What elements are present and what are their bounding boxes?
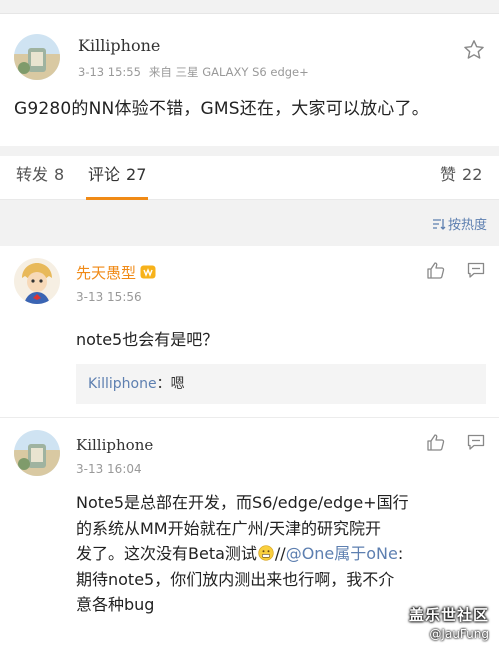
comment-avatar[interactable]: [14, 430, 60, 476]
comment-time: 3-13 16:04: [76, 462, 142, 476]
reply-author[interactable]: Killiphone: [88, 376, 157, 392]
sort-icon: [432, 219, 446, 230]
watermark-logo: 盖乐世社区: [408, 606, 489, 624]
landscape-avatar-icon: [14, 430, 60, 476]
comment-text: note5也会有是吧？: [76, 330, 219, 349]
post-meta: 3-13 15:55 来自 三星 GALAXY S6 edge+: [78, 64, 309, 80]
comment-author-name[interactable]: 先天愚型: [76, 262, 156, 283]
tab-comment-label: 评论: [88, 165, 121, 184]
post-time: 3-13 15:55: [78, 65, 141, 79]
comment-icon[interactable]: [466, 260, 486, 280]
tab-repost-count: 8: [54, 165, 65, 184]
cartoon-avatar-icon: [14, 258, 60, 304]
tab-like[interactable]: 赞 22: [440, 156, 482, 200]
section-divider: [0, 146, 499, 156]
sort-by-hot-button[interactable]: 按热度: [432, 214, 487, 233]
tab-comment-count: 27: [126, 165, 147, 184]
post-source: 来自 三星 GALAXY S6 edge+: [148, 65, 309, 79]
comment-icon[interactable]: [466, 432, 486, 452]
comment-line: 发了。这次没有Beta测试 //@One属于oNe:: [76, 541, 488, 567]
watermark: 盖乐世社区 @JauFung: [409, 604, 489, 641]
landscape-avatar-icon: [14, 34, 60, 80]
post-author-name[interactable]: Killiphone: [78, 36, 160, 55]
sort-label: 按热度: [447, 218, 487, 233]
comment-segment: 发了。这次没有Beta测试: [76, 544, 257, 563]
comment-line: 期待note5，你们放内测出来也行啊，我不介: [76, 569, 395, 589]
tab-comment[interactable]: 评论 27: [86, 156, 149, 200]
post-author-avatar[interactable]: [14, 34, 60, 80]
comment-segment: :: [397, 544, 404, 563]
post-tabs: 转发 8 评论 27 赞 22: [0, 156, 499, 200]
tab-like-label: 赞: [440, 165, 457, 184]
tab-like-count: 22: [462, 165, 483, 184]
weibo-post: Killiphone 3-13 15:55 来自 三星 GALAXY S6 edg…: [0, 14, 499, 146]
comment-line: Note5是总部在开发，而S6/edge/edge+国行: [76, 493, 409, 512]
top-strip: [0, 0, 499, 14]
thumbs-up-icon[interactable]: [426, 432, 446, 452]
post-text: G9280的NN体验不错，GMS还在，大家可以放心了。: [14, 99, 429, 119]
comment-author-name[interactable]: Killiphone: [76, 436, 153, 454]
sort-bar: 按热度: [0, 200, 499, 246]
watermark-user: @JauFung: [429, 627, 489, 641]
reply-separator: ：: [156, 376, 171, 392]
comment-time: 3-13 15:56: [76, 290, 142, 304]
comment-segment: //: [274, 544, 286, 563]
comment-line: 的系统从MM开始就在广州/天津的研究院开: [76, 518, 382, 538]
reply-text: 嗯: [170, 376, 185, 392]
comment-item: 先天愚型 3-13 15:56 note5也会有是吧？ Killiphone：嗯: [0, 246, 499, 418]
grimace-emoji-icon: [258, 545, 274, 561]
tab-repost-label: 转发: [16, 165, 49, 184]
tab-repost[interactable]: 转发 8: [16, 156, 64, 200]
vip-icon: [140, 265, 156, 279]
comment-avatar[interactable]: [14, 258, 60, 304]
comment-author-text: 先天愚型: [76, 264, 137, 282]
reply-preview[interactable]: Killiphone：嗯: [76, 364, 486, 404]
mention-link[interactable]: @One属于oNe: [286, 544, 398, 563]
comment-text: Note5是总部在开发，而S6/edge/edge+国行 的系统从MM开始就在广…: [76, 490, 488, 618]
thumbs-up-icon[interactable]: [426, 260, 446, 280]
star-icon[interactable]: [462, 38, 486, 62]
